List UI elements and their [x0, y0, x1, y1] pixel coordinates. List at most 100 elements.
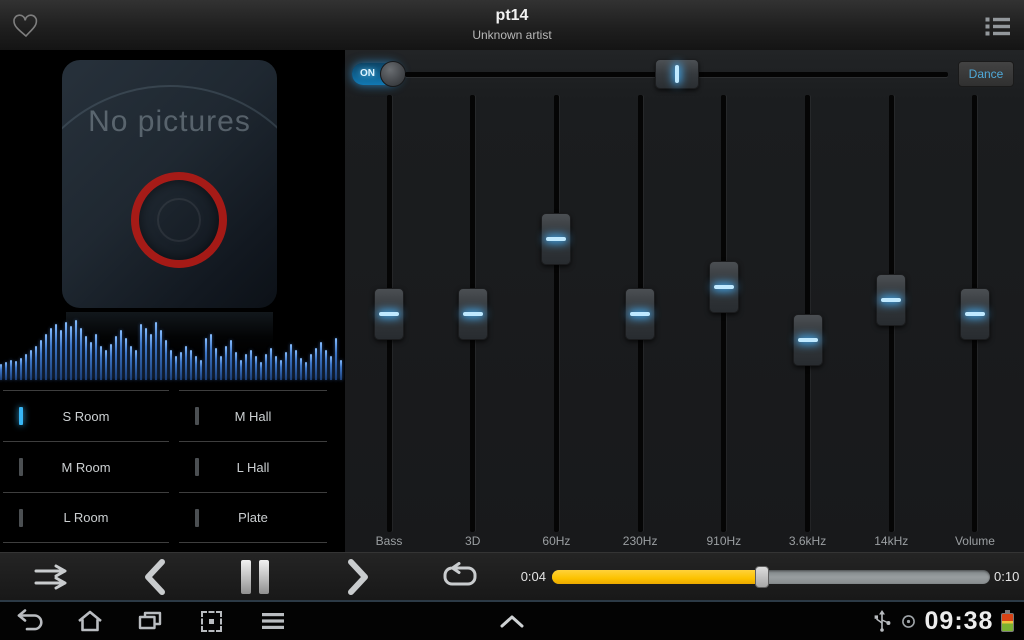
next-icon — [345, 558, 371, 596]
spectrum-bar — [170, 350, 172, 380]
eq-thumb-910hz[interactable] — [709, 261, 739, 313]
progress-fill — [552, 570, 762, 584]
master-slider[interactable] — [405, 72, 948, 77]
spectrum-bar — [80, 328, 82, 380]
spectrum-bar — [210, 334, 212, 380]
spectrum-bar — [125, 338, 127, 380]
eq-band-label: Bass — [354, 534, 424, 548]
screenshot-button[interactable] — [189, 602, 233, 640]
pause-button[interactable] — [227, 553, 283, 601]
heart-icon — [11, 12, 41, 40]
app-screen: pt14 Unknown artist No pictures S RoomM … — [0, 0, 1024, 640]
track-title: pt14 — [312, 5, 712, 27]
master-slider-thumb[interactable] — [655, 59, 699, 89]
spectrum-bar — [120, 330, 122, 380]
spectrum-bar — [130, 346, 132, 380]
spectrum-bar — [25, 354, 27, 380]
eq-power-toggle[interactable]: ON — [352, 63, 400, 85]
spectrum-bar — [295, 350, 297, 380]
preset-button-l-hall[interactable]: L Hall — [179, 441, 327, 492]
eq-preset-button[interactable]: Dance — [958, 61, 1014, 87]
spectrum-bar — [255, 356, 257, 380]
preset-button-m-hall[interactable]: M Hall — [179, 390, 327, 441]
playback-bar: 0:04 0:10 — [0, 552, 1024, 600]
spectrum-bar — [115, 336, 117, 380]
spectrum-bar — [200, 360, 202, 380]
spectrum-bar — [250, 350, 252, 380]
eq-track-910hz[interactable] — [721, 95, 726, 532]
eq-power-knob — [380, 61, 406, 87]
spectrum-bar — [100, 346, 102, 380]
eq-thumb-230hz[interactable] — [625, 288, 655, 340]
eq-thumb-glow — [881, 298, 901, 302]
spectrum-bar — [50, 328, 52, 380]
progress-bar[interactable] — [552, 570, 990, 584]
shuffle-button[interactable] — [24, 553, 80, 601]
spectrum-bar — [245, 354, 247, 380]
spectrum-bar — [225, 346, 227, 380]
spectrum-bar — [145, 328, 147, 380]
playlist-button[interactable] — [980, 12, 1016, 40]
preset-button-l-room[interactable]: L Room — [3, 492, 169, 543]
eq-track-60hz[interactable] — [554, 95, 559, 532]
spectrum-bar — [15, 361, 17, 380]
system-navigation-bar: 09:38 — [0, 600, 1024, 640]
preset-indicator — [19, 509, 23, 527]
eq-thumb-glow — [798, 338, 818, 342]
preset-button-m-room[interactable]: M Room — [3, 441, 169, 492]
preset-indicator — [195, 407, 199, 425]
preset-button-plate[interactable]: Plate — [179, 492, 327, 543]
spectrum-bar — [40, 340, 42, 380]
previous-icon — [142, 558, 168, 596]
preset-indicator — [19, 407, 23, 425]
eq-thumb-14khz[interactable] — [876, 274, 906, 326]
preset-indicator — [19, 458, 23, 476]
spectrum-bar — [265, 354, 267, 380]
repeat-button[interactable] — [432, 553, 488, 601]
progress-thumb[interactable] — [755, 566, 769, 588]
preset-indicator — [195, 458, 199, 476]
eq-thumb-60hz[interactable] — [541, 213, 571, 265]
spectrum-bar — [110, 344, 112, 380]
preset-label: L Room — [63, 510, 108, 525]
favorite-button[interactable] — [6, 8, 46, 44]
spectrum-bar — [75, 320, 77, 380]
spectrum-bar — [105, 350, 107, 380]
spectrum-bar — [320, 342, 322, 380]
spectrum-bar — [155, 322, 157, 380]
spectrum-bar — [340, 360, 342, 380]
spectrum-bar — [85, 336, 87, 380]
spectrum-bar — [140, 324, 142, 380]
spectrum-bar — [185, 346, 187, 380]
menu-button[interactable] — [251, 602, 295, 640]
spectrum-bar — [5, 362, 7, 380]
home-button[interactable] — [68, 602, 112, 640]
previous-button[interactable] — [127, 553, 183, 601]
next-button[interactable] — [330, 553, 386, 601]
back-button[interactable] — [8, 602, 52, 640]
left-panel: No pictures S RoomM HallM RoomL HallL Ro… — [0, 50, 345, 552]
spectrum-bar — [90, 342, 92, 380]
spectrum-bar — [180, 352, 182, 380]
spectrum-bar — [45, 334, 47, 380]
circle-dot-icon — [901, 614, 916, 629]
eq-thumb-glow — [965, 312, 985, 316]
status-indicator[interactable] — [894, 602, 922, 640]
menu-icon — [261, 610, 285, 632]
spectrum-bar — [0, 364, 2, 380]
home-icon — [76, 608, 104, 634]
preset-label: M Room — [61, 460, 110, 475]
eq-thumb-bass[interactable] — [374, 288, 404, 340]
eq-thumb-3d[interactable] — [458, 288, 488, 340]
playlist-icon — [985, 15, 1011, 37]
spectrum-bar — [10, 360, 12, 380]
equalizer-panel: ON Dance Bass3D60Hz230Hz910Hz3.6kHz14kHz… — [345, 50, 1024, 552]
usb-icon — [872, 609, 892, 633]
eq-thumb-3-6khz[interactable] — [793, 314, 823, 366]
recents-button[interactable] — [128, 602, 172, 640]
preset-button-s-room[interactable]: S Room — [3, 390, 169, 441]
spectrum-bar — [335, 338, 337, 380]
eq-thumb-volume[interactable] — [960, 288, 990, 340]
spectrum-bar — [70, 326, 72, 380]
expand-panel-button[interactable] — [490, 602, 534, 640]
